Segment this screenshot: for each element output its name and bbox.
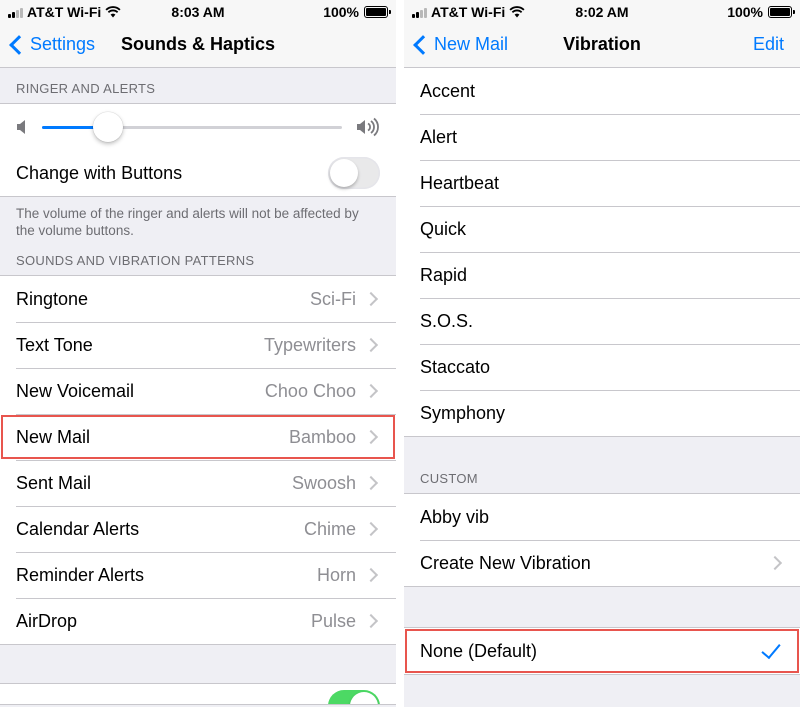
vibration-label: Symphony — [420, 402, 506, 423]
custom-vibration-row[interactable]: Abby vib — [404, 494, 800, 540]
nav-bar: Settings Sounds & Haptics — [0, 24, 396, 68]
ringer-volume-slider[interactable] — [42, 111, 342, 142]
custom-section-header: CUSTOM — [420, 471, 478, 486]
pattern-row[interactable]: AirDrop Pulse — [0, 598, 396, 644]
change-with-buttons-row: Change with Buttons — [0, 150, 396, 196]
pattern-row[interactable]: Reminder Alerts Horn — [0, 552, 396, 598]
battery-group: 100% — [727, 4, 795, 20]
vibration-label: Heartbeat — [420, 172, 500, 193]
custom-vibration-label: Abby vib — [420, 506, 490, 527]
patterns-section-header: SOUNDS AND VIBRATION PATTERNS — [16, 253, 255, 268]
chevron-right-icon — [363, 337, 379, 353]
pattern-label: Calendar Alerts — [16, 518, 140, 539]
pattern-row[interactable]: New Mail Bamboo — [0, 414, 396, 460]
pattern-row[interactable]: New Voicemail Choo Choo — [0, 368, 396, 414]
change-with-buttons-toggle[interactable] — [328, 157, 380, 189]
slider-thumb[interactable] — [93, 111, 123, 142]
pattern-value: Chime — [303, 518, 356, 539]
battery-percent: 100% — [727, 4, 763, 20]
vibration-label: Alert — [420, 126, 458, 147]
vibration-row[interactable]: Symphony — [404, 390, 800, 436]
bottom-partial-toggle[interactable] — [328, 690, 380, 704]
none-group: None (Default) — [404, 627, 800, 675]
ringer-note: The volume of the ringer and alerts will… — [16, 206, 359, 238]
vibration-row[interactable]: Staccato — [404, 344, 800, 390]
chevron-right-icon — [767, 555, 783, 571]
vibration-screen: AT&T Wi-Fi 8:02 AM 100% New Mail Vibrati… — [404, 0, 800, 707]
pattern-label: Ringtone — [16, 288, 89, 309]
chevron-right-icon — [363, 429, 379, 445]
chevron-right-icon — [363, 613, 379, 629]
pattern-label: AirDrop — [16, 610, 78, 631]
chevron-right-icon — [363, 521, 379, 537]
patterns-group: Ringtone Sci-Fi Text Tone Typewriters New Vo… — [0, 275, 396, 645]
pattern-value: Horn — [316, 564, 356, 585]
pattern-label: New Voicemail — [16, 380, 135, 401]
none-default-label: None (Default) — [420, 640, 538, 661]
vibration-row[interactable]: S.O.S. — [404, 298, 800, 344]
vibration-row[interactable]: Accent — [404, 68, 800, 114]
pattern-value: Typewriters — [263, 334, 356, 355]
change-with-buttons-label: Change with Buttons — [16, 162, 183, 183]
nav-bar: New Mail Vibration Edit — [404, 24, 800, 68]
toggle-knob — [330, 159, 358, 187]
custom-vibration-label: Create New Vibration — [420, 552, 591, 573]
custom-vibration-row[interactable]: Create New Vibration — [404, 540, 800, 586]
ringer-section-header: RINGER AND ALERTS — [16, 81, 156, 96]
chevron-right-icon — [363, 383, 379, 399]
chevron-right-icon — [363, 291, 379, 307]
battery-icon — [364, 6, 391, 18]
vibration-row[interactable]: Heartbeat — [404, 160, 800, 206]
custom-vibrations-group: Abby vib Create New Vibration — [404, 493, 800, 587]
edit-button[interactable]: Edit — [753, 34, 784, 55]
vibration-row[interactable]: Quick — [404, 206, 800, 252]
standard-vibrations-group: Accent Alert Heartbeat Quick Rapid S.O.S. Stac… — [404, 68, 800, 437]
pattern-row[interactable]: Text Tone Typewriters — [0, 322, 396, 368]
pattern-value: Choo Choo — [264, 380, 356, 401]
speaker-low-icon — [17, 120, 25, 134]
status-bar: AT&T Wi-Fi 8:03 AM 100% — [0, 0, 396, 24]
page-title: Sounds & Haptics — [120, 34, 276, 54]
vibration-label: Staccato — [420, 356, 491, 377]
chevron-right-icon — [363, 567, 379, 583]
none-default-row[interactable]: None (Default) — [404, 628, 800, 674]
pattern-row[interactable]: Ringtone Sci-Fi — [0, 276, 396, 322]
pattern-label: Text Tone — [16, 334, 93, 355]
ringer-volume-row — [0, 104, 396, 150]
battery-group: 100% — [323, 4, 391, 20]
ringer-group: Change with Buttons — [0, 103, 396, 197]
sounds-haptics-screen: AT&T Wi-Fi 8:03 AM 100% Settings Sounds … — [0, 0, 396, 707]
vibration-label: Accent — [420, 80, 476, 101]
pattern-row[interactable]: Sent Mail Swoosh — [0, 460, 396, 506]
chevron-right-icon — [363, 475, 379, 491]
page-title: Vibration — [563, 34, 641, 54]
bottom-toggle-group — [0, 683, 396, 705]
pattern-value: Pulse — [310, 610, 356, 631]
pattern-row[interactable]: Calendar Alerts Chime — [0, 506, 396, 552]
pattern-value: Sci-Fi — [310, 288, 356, 309]
vibration-row[interactable]: Rapid — [404, 252, 800, 298]
vibration-label: Rapid — [420, 264, 468, 285]
pattern-label: Sent Mail — [16, 472, 92, 493]
pattern-label: Reminder Alerts — [16, 564, 145, 585]
pattern-label: New Mail — [16, 426, 91, 447]
screenshot-gap — [396, 0, 404, 707]
battery-icon — [768, 6, 795, 18]
battery-percent: 100% — [323, 4, 359, 20]
vibration-row[interactable]: Alert — [404, 114, 800, 160]
toggle-knob — [350, 692, 378, 704]
pattern-value: Swoosh — [291, 472, 356, 493]
vibration-label: Quick — [420, 218, 467, 239]
pattern-value: Bamboo — [288, 426, 356, 447]
vibration-label: S.O.S. — [420, 310, 474, 331]
speaker-high-icon — [357, 117, 379, 137]
status-bar: AT&T Wi-Fi 8:02 AM 100% — [404, 0, 800, 24]
